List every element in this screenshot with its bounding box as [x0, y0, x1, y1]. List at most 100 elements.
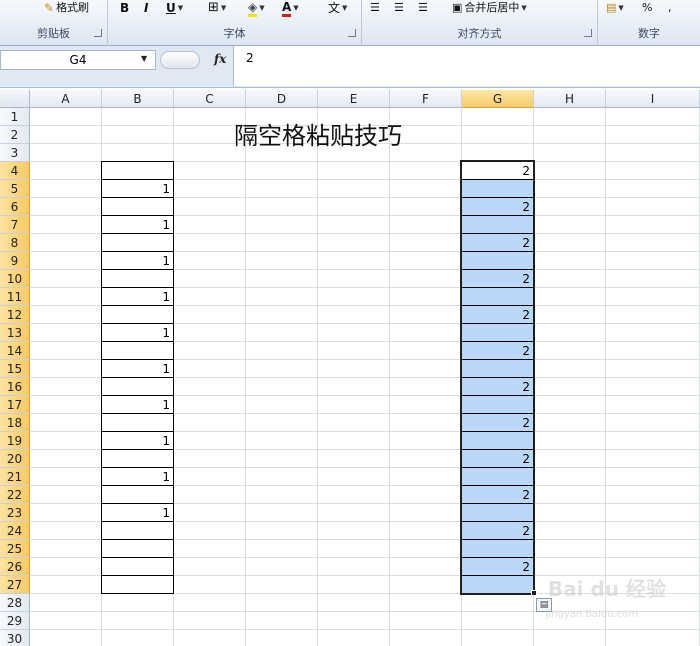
cell-b25[interactable] [101, 539, 174, 558]
row-header-14[interactable]: 14 [0, 342, 30, 360]
row-header-16[interactable]: 16 [0, 378, 30, 396]
cell-b24[interactable] [101, 521, 174, 540]
cell-b27[interactable] [101, 575, 174, 594]
italic-button[interactable]: I [144, 0, 148, 16]
cell-g13[interactable] [461, 323, 534, 342]
row-header-13[interactable]: 13 [0, 324, 30, 342]
row-header-6[interactable]: 6 [0, 198, 30, 216]
insert-function-icon[interactable]: fx [214, 52, 226, 66]
accounting-format-button[interactable]: ▤ ▼ [606, 0, 624, 16]
cell-g8[interactable]: 2 [461, 233, 534, 252]
comma-style-button[interactable]: , [668, 0, 672, 16]
cell-b10[interactable] [101, 269, 174, 288]
cell-g25[interactable] [461, 539, 534, 558]
sheet-title[interactable]: 隔空格粘贴技巧 [174, 120, 462, 152]
row-header-21[interactable]: 21 [0, 468, 30, 486]
cell-g26[interactable]: 2 [461, 557, 534, 576]
cell-g23[interactable] [461, 503, 534, 522]
cell-b13[interactable]: 1 [101, 323, 174, 342]
cell-g12[interactable]: 2 [461, 305, 534, 324]
cell-b12[interactable] [101, 305, 174, 324]
cell-b6[interactable] [101, 197, 174, 216]
row-header-3[interactable]: 3 [0, 144, 30, 162]
fill-handle[interactable] [531, 590, 537, 596]
font-color-button[interactable]: A ▼ [282, 0, 299, 17]
align-left-button[interactable]: ☰ [370, 0, 380, 16]
row-header-10[interactable]: 10 [0, 270, 30, 288]
row-header-27[interactable]: 27 [0, 576, 30, 594]
cell-g6[interactable]: 2 [461, 197, 534, 216]
row-header-9[interactable]: 9 [0, 252, 30, 270]
column-header-i[interactable]: I [606, 90, 700, 108]
row-header-22[interactable]: 22 [0, 486, 30, 504]
column-header-f[interactable]: F [390, 90, 462, 108]
row-header-11[interactable]: 11 [0, 288, 30, 306]
cell-b22[interactable] [101, 485, 174, 504]
cell-g11[interactable] [461, 287, 534, 306]
cell-g7[interactable] [461, 215, 534, 234]
row-header-12[interactable]: 12 [0, 306, 30, 324]
column-header-g[interactable]: G [462, 90, 534, 108]
cell-g19[interactable] [461, 431, 534, 450]
cell-b26[interactable] [101, 557, 174, 576]
name-box-dropdown-icon[interactable]: ▼ [141, 54, 147, 63]
formula-bar-resize-handle[interactable] [160, 51, 200, 69]
phonetic-button[interactable]: 文 ▼ [328, 0, 347, 16]
cell-b9[interactable]: 1 [101, 251, 174, 270]
row-header-29[interactable]: 29 [0, 612, 30, 630]
fill-color-button[interactable]: ◈ ▼ [248, 0, 265, 17]
borders-button[interactable]: ⊞ ▼ [208, 0, 226, 16]
column-header-c[interactable]: C [174, 90, 246, 108]
cell-g5[interactable] [461, 179, 534, 198]
cell-g4[interactable]: 2 [461, 161, 534, 180]
cell-b23[interactable]: 1 [101, 503, 174, 522]
row-header-2[interactable]: 2 [0, 126, 30, 144]
cell-g22[interactable]: 2 [461, 485, 534, 504]
formula-input[interactable]: 2 [233, 46, 700, 86]
row-header-26[interactable]: 26 [0, 558, 30, 576]
row-header-17[interactable]: 17 [0, 396, 30, 414]
row-header-25[interactable]: 25 [0, 540, 30, 558]
cell-b16[interactable] [101, 377, 174, 396]
column-header-d[interactable]: D [246, 90, 318, 108]
row-header-7[interactable]: 7 [0, 216, 30, 234]
name-box[interactable]: G4 [0, 50, 156, 70]
cell-g15[interactable] [461, 359, 534, 378]
cell-b4[interactable] [101, 161, 174, 180]
cell-g10[interactable]: 2 [461, 269, 534, 288]
bold-button[interactable]: B [120, 0, 129, 16]
cell-g14[interactable]: 2 [461, 341, 534, 360]
cell-g24[interactable]: 2 [461, 521, 534, 540]
row-header-1[interactable]: 1 [0, 108, 30, 126]
cell-b20[interactable] [101, 449, 174, 468]
cell-g18[interactable]: 2 [461, 413, 534, 432]
cell-g21[interactable] [461, 467, 534, 486]
row-header-23[interactable]: 23 [0, 504, 30, 522]
cell-b21[interactable]: 1 [101, 467, 174, 486]
worksheet-grid[interactable]: ABCDEFGHI 1 2 3 4 5 6 7 8 9 10 11 12 13 14 15 16 17 18 19 2… [0, 90, 700, 646]
row-header-30[interactable]: 30 [0, 630, 30, 646]
row-header-20[interactable]: 20 [0, 450, 30, 468]
row-header-15[interactable]: 15 [0, 360, 30, 378]
cell-g20[interactable]: 2 [461, 449, 534, 468]
clipboard-launcher-icon[interactable] [94, 29, 102, 37]
merge-center-button[interactable]: ▣ 合并后居中 ▼ [452, 0, 527, 16]
row-header-28[interactable]: 28 [0, 594, 30, 612]
column-header-h[interactable]: H [534, 90, 606, 108]
row-header-8[interactable]: 8 [0, 234, 30, 252]
cell-b15[interactable]: 1 [101, 359, 174, 378]
row-header-24[interactable]: 24 [0, 522, 30, 540]
align-right-button[interactable]: ☰ [418, 0, 428, 16]
cell-b7[interactable]: 1 [101, 215, 174, 234]
row-header-19[interactable]: 19 [0, 432, 30, 450]
underline-button[interactable]: U ▼ [166, 0, 183, 16]
cell-b5[interactable]: 1 [101, 179, 174, 198]
cell-b14[interactable] [101, 341, 174, 360]
alignment-launcher-icon[interactable] [584, 29, 592, 37]
cell-g17[interactable] [461, 395, 534, 414]
align-center-button[interactable]: ☰ [394, 0, 404, 16]
cell-b18[interactable] [101, 413, 174, 432]
select-all-corner[interactable] [0, 90, 30, 108]
row-header-4[interactable]: 4 [0, 162, 30, 180]
cell-b8[interactable] [101, 233, 174, 252]
